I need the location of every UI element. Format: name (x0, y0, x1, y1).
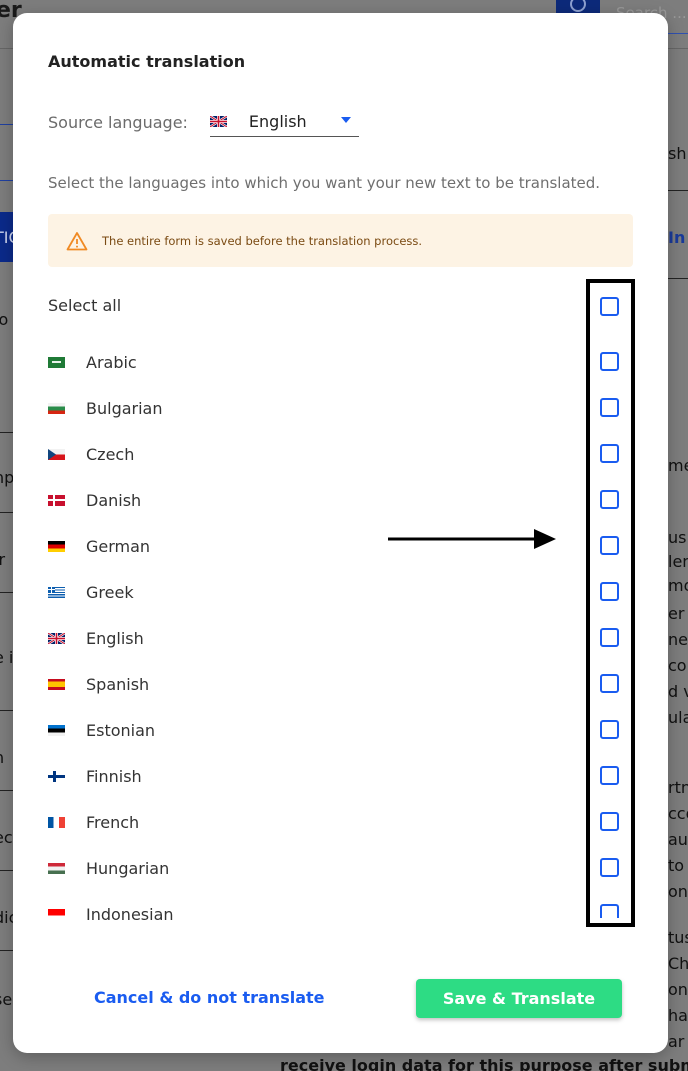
checkbox-hungarian[interactable] (600, 858, 619, 877)
background-text: e i (0, 648, 14, 667)
chevron-down-icon (340, 117, 351, 123)
warning-triangle-icon (66, 231, 88, 250)
flag-hu-icon (48, 862, 65, 874)
cancel-button[interactable]: Cancel & do not translate (94, 988, 325, 1007)
flag-cz-icon (48, 448, 65, 460)
select-all-checkbox[interactable] (600, 297, 619, 316)
automatic-translation-dialog: Automatic translation Source language: E… (13, 13, 668, 1053)
dialog-title: Automatic translation (48, 52, 246, 71)
warning-banner: The entire form is saved before the tran… (48, 214, 633, 267)
language-label: Greek (86, 582, 134, 602)
instructions-text: Select the languages into which you want… (48, 174, 601, 192)
source-language-row: Source language: English (48, 107, 359, 137)
language-item-hungarian[interactable]: Hungarian (48, 845, 608, 891)
language-label: Indonesian (86, 904, 174, 924)
background-text: onf (668, 882, 688, 901)
source-language-select[interactable]: English (209, 107, 359, 137)
background-text: aut (668, 830, 688, 849)
background-text: n (0, 748, 4, 767)
language-item-czech[interactable]: Czech (48, 431, 608, 477)
language-item-danish[interactable]: Danish (48, 477, 608, 523)
language-label: Estonian (86, 720, 156, 740)
flag-fr-icon (48, 816, 65, 828)
language-label: Czech (86, 444, 135, 464)
background-text: ner (668, 630, 688, 649)
checkbox-greek[interactable] (600, 582, 619, 601)
checkbox-arabic[interactable] (600, 352, 619, 371)
language-label: Danish (86, 490, 142, 510)
flag-gb-icon (209, 116, 227, 127)
language-item-bulgarian[interactable]: Bulgarian (48, 385, 608, 431)
background-text: se (0, 990, 13, 1009)
checkbox-finnish[interactable] (600, 766, 619, 785)
background-text: tus (668, 928, 688, 947)
source-language-label: Source language: (48, 112, 188, 132)
background-text: hav (668, 1006, 688, 1025)
source-language-value: English (248, 112, 307, 131)
background-text: ar (668, 1032, 685, 1051)
flag-de-icon (48, 540, 65, 552)
language-label: Finnish (86, 766, 142, 786)
arrow-right-icon (388, 529, 556, 549)
language-item-estonian[interactable]: Estonian (48, 707, 608, 753)
flag-dk-icon (48, 494, 65, 506)
background-text: rtn (668, 778, 688, 797)
checkbox-estonian[interactable] (600, 720, 619, 739)
select-all-label[interactable]: Select all (48, 296, 121, 315)
language-label: French (86, 812, 140, 832)
language-item-french[interactable]: French (48, 799, 608, 845)
background-text: cco (668, 804, 688, 823)
background-text: Ch (668, 954, 688, 973)
background-text: In (668, 228, 686, 247)
background-text: ula (668, 708, 688, 727)
save-and-translate-button[interactable]: Save & Translate (416, 979, 622, 1018)
flag-bg-icon (48, 402, 65, 414)
language-label: English (86, 628, 144, 648)
flag-es-icon (48, 678, 65, 690)
background-text: co (668, 656, 687, 675)
background-text: mo (668, 576, 688, 595)
warning-text: The entire form is saved before the tran… (102, 233, 423, 248)
background-text: usl (668, 528, 688, 547)
language-item-indonesian[interactable]: Indonesian (48, 891, 608, 937)
background-text: er c (668, 604, 688, 623)
language-label: Arabic (86, 352, 137, 372)
language-label: Bulgarian (86, 398, 163, 418)
language-label: German (86, 536, 151, 556)
background-text: me (668, 456, 688, 475)
background-text: to (668, 856, 685, 875)
flag-gb-icon (48, 632, 65, 644)
flag-id-icon (48, 908, 65, 920)
language-item-greek[interactable]: Greek (48, 569, 608, 615)
background-text: ont (668, 980, 688, 999)
language-item-english[interactable]: English (48, 615, 608, 661)
background-text: d v (668, 682, 688, 701)
language-label: Spanish (86, 674, 150, 694)
checkbox-danish[interactable] (600, 490, 619, 509)
background-text: ec (0, 828, 13, 847)
flag-ee-icon (48, 724, 65, 736)
flag-fi-icon (48, 770, 65, 782)
checkbox-french[interactable] (600, 812, 619, 831)
language-label: Hungarian (86, 858, 170, 878)
checkbox-indonesian[interactable] (600, 904, 619, 918)
checkbox-bulgarian[interactable] (600, 398, 619, 417)
language-item-spanish[interactable]: Spanish (48, 661, 608, 707)
checkbox-spanish[interactable] (600, 674, 619, 693)
background-text: io (0, 310, 9, 329)
flag-gr-icon (48, 586, 65, 598)
background-text: sh (668, 144, 687, 163)
background-text: ir (0, 550, 6, 569)
language-item-finnish[interactable]: Finnish (48, 753, 608, 799)
checkbox-german[interactable] (600, 536, 619, 555)
checkbox-czech[interactable] (600, 444, 619, 463)
checkbox-english[interactable] (600, 628, 619, 647)
language-item-arabic[interactable]: Arabic (48, 339, 608, 385)
background-text: len (668, 552, 688, 571)
background-text: receive login data for this purpose afte… (280, 1056, 688, 1071)
flag-sa-icon (48, 356, 65, 368)
